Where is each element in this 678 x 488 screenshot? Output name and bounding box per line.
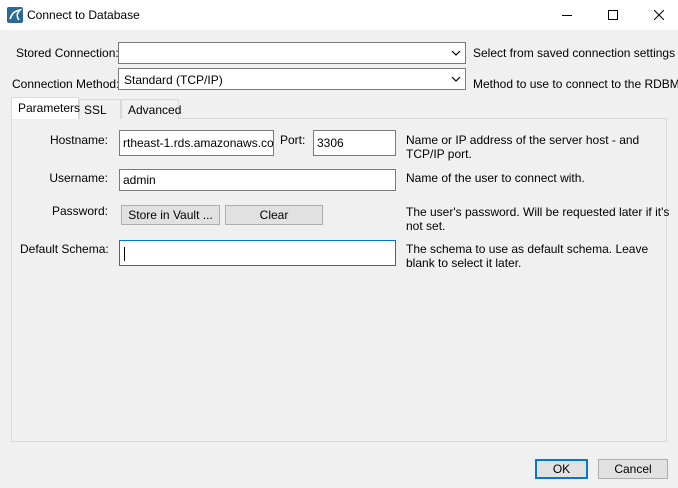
hostname-hint-line1: Name or IP address of the server host - …: [406, 133, 640, 147]
chevron-down-icon: [451, 76, 461, 82]
minimize-button[interactable]: [544, 0, 590, 30]
stored-connection-hint: Select from saved connection settings: [473, 46, 676, 60]
title-bar: Connect to Database: [0, 0, 678, 30]
username-hint: Name of the user to connect with.: [406, 171, 585, 185]
maximize-button[interactable]: [590, 0, 636, 30]
default-schema-input[interactable]: [119, 240, 396, 266]
connection-method-hint: Method to use to connect to the RDBMS: [473, 77, 678, 91]
port-label: Port:: [280, 133, 306, 147]
connection-method-dropdown[interactable]: Standard (TCP/IP): [118, 68, 466, 90]
password-hint: The user's password. Will be requested l…: [406, 205, 669, 233]
store-in-vault-button[interactable]: Store in Vault ...: [121, 205, 220, 225]
default-schema-hint-line1: The schema to use as default schema. Lea…: [406, 242, 649, 256]
connection-method-value: Standard (TCP/IP): [124, 73, 223, 87]
connection-method-label: Connection Method:: [12, 77, 120, 91]
username-input[interactable]: admin: [119, 169, 396, 191]
minimize-icon: [562, 15, 572, 16]
default-schema-hint: The schema to use as default schema. Lea…: [406, 242, 648, 270]
tab-parameters[interactable]: Parameters: [11, 97, 80, 119]
hostname-input[interactable]: rtheast-1.rds.amazonaws.com: [119, 130, 274, 156]
tab-advanced[interactable]: Advanced: [121, 99, 181, 119]
window-title: Connect to Database: [27, 8, 140, 22]
password-label: Password:: [51, 204, 108, 218]
default-schema-hint-line2: blank to select it later.: [406, 256, 522, 270]
hostname-hint-line2: TCP/IP port.: [406, 147, 472, 161]
password-hint-line1: The user's password. Will be requested l…: [406, 205, 670, 219]
close-button[interactable]: [636, 0, 678, 30]
ok-button[interactable]: OK: [535, 459, 588, 479]
default-schema-label: Default Schema:: [20, 242, 109, 256]
stored-connection-label: Stored Connection:: [16, 46, 119, 60]
stored-connection-dropdown[interactable]: [118, 42, 466, 64]
tab-panel-parameters: [11, 118, 667, 442]
password-hint-line2: not set.: [406, 219, 446, 233]
cancel-button[interactable]: Cancel: [598, 459, 668, 479]
username-label: Username:: [49, 171, 108, 185]
mysql-workbench-icon: [7, 7, 23, 23]
tab-ssl[interactable]: SSL: [79, 99, 121, 119]
hostname-hint: Name or IP address of the server host - …: [406, 133, 639, 161]
clear-password-button[interactable]: Clear: [225, 205, 323, 225]
port-input[interactable]: 3306: [313, 130, 396, 156]
chevron-down-icon: [451, 50, 461, 56]
close-icon: [654, 10, 664, 20]
hostname-label: Hostname:: [49, 133, 108, 147]
text-caret: [124, 246, 125, 261]
maximize-icon: [608, 10, 618, 20]
